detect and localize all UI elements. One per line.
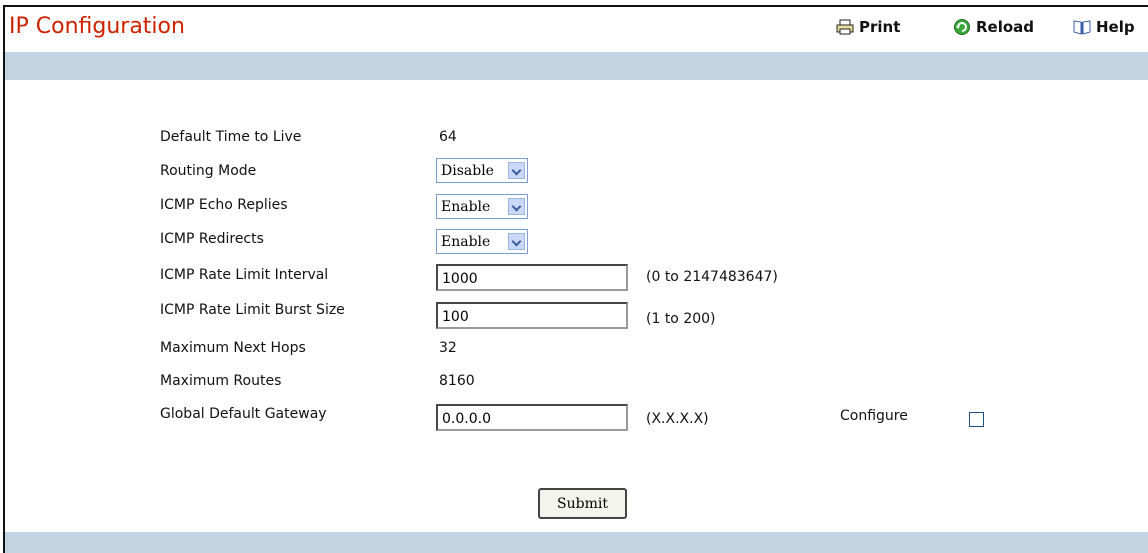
bottom-band bbox=[5, 532, 1148, 553]
routing-mode-label: Routing Mode bbox=[160, 163, 257, 179]
printer-icon bbox=[836, 19, 854, 35]
configure-checkbox[interactable] bbox=[969, 412, 984, 427]
global-gateway-input[interactable]: 0.0.0.0 bbox=[436, 404, 628, 431]
icmp-redirects-select[interactable]: Enable bbox=[436, 229, 528, 254]
max-routes-value: 8160 bbox=[439, 373, 475, 389]
icmp-echo-select[interactable]: Enable bbox=[436, 194, 528, 219]
icmp-rate-interval-hint: (0 to 2147483647) bbox=[646, 269, 778, 285]
icmp-rate-burst-label: ICMP Rate Limit Burst Size bbox=[160, 302, 345, 318]
chevron-down-icon[interactable] bbox=[508, 233, 525, 250]
page-title: IP Configuration bbox=[9, 14, 185, 39]
default-ttl-label: Default Time to Live bbox=[160, 129, 302, 145]
icmp-rate-interval-input[interactable]: 1000 bbox=[436, 264, 628, 291]
max-next-hops-label: Maximum Next Hops bbox=[160, 340, 306, 356]
icmp-redirects-value: Enable bbox=[441, 233, 491, 250]
icmp-rate-burst-input[interactable]: 100 bbox=[436, 302, 628, 329]
reload-label: Reload bbox=[976, 18, 1035, 36]
top-band bbox=[5, 52, 1148, 80]
reload-button[interactable]: Reload bbox=[953, 18, 1034, 36]
chevron-down-icon[interactable] bbox=[508, 198, 525, 215]
default-ttl-value: 64 bbox=[439, 129, 457, 145]
print-label: Print bbox=[859, 18, 901, 36]
print-button[interactable]: Print bbox=[836, 18, 900, 36]
max-routes-label: Maximum Routes bbox=[160, 373, 282, 389]
book-icon bbox=[1073, 19, 1091, 35]
routing-mode-select[interactable]: Disable bbox=[436, 158, 528, 183]
submit-button[interactable]: Submit bbox=[538, 488, 627, 519]
icmp-rate-burst-hint: (1 to 200) bbox=[646, 311, 716, 327]
reload-icon bbox=[953, 19, 971, 35]
icmp-redirects-label: ICMP Redirects bbox=[160, 231, 264, 247]
help-button[interactable]: Help bbox=[1073, 18, 1135, 36]
routing-mode-value: Disable bbox=[441, 162, 494, 179]
chevron-down-icon[interactable] bbox=[508, 162, 525, 179]
icmp-echo-label: ICMP Echo Replies bbox=[160, 197, 288, 213]
global-gateway-hint: (X.X.X.X) bbox=[646, 411, 709, 427]
max-next-hops-value: 32 bbox=[439, 340, 457, 356]
configure-label: Configure bbox=[840, 408, 908, 424]
icmp-rate-interval-label: ICMP Rate Limit Interval bbox=[160, 267, 329, 283]
icmp-echo-value: Enable bbox=[441, 198, 491, 215]
help-label: Help bbox=[1096, 18, 1135, 36]
global-gateway-label: Global Default Gateway bbox=[160, 406, 327, 422]
